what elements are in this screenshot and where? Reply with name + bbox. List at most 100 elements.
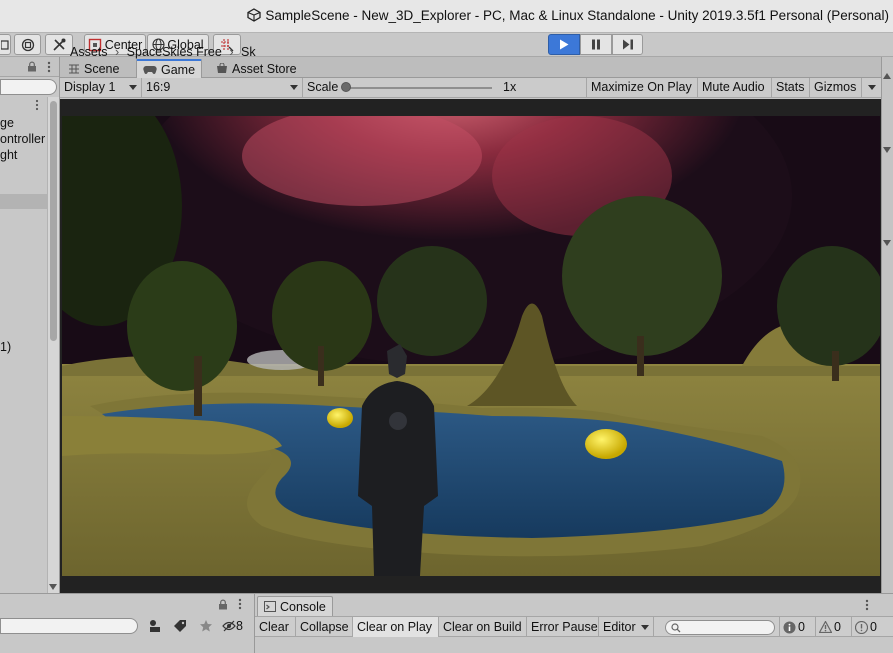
step-button[interactable] <box>612 34 643 55</box>
tab-scene[interactable]: Scene <box>62 59 125 78</box>
hierarchy-panel: ge ontroller ght 1) <box>0 57 60 593</box>
breadcrumb: Assets › SpaceSkies Free › Sk <box>60 44 256 60</box>
hierarchy-scrollbar[interactable] <box>47 97 59 593</box>
console-search-input[interactable] <box>665 620 775 635</box>
hierarchy-item[interactable] <box>0 307 48 323</box>
info-icon <box>783 621 796 633</box>
maximize-on-play-toggle[interactable]: Maximize On Play <box>587 78 698 97</box>
scale-label: Scale <box>307 80 339 94</box>
tab-asset-store-label: Asset Store <box>232 61 297 76</box>
tab-scene-label: Scene <box>84 61 120 76</box>
tab-asset-store[interactable]: Asset Store <box>210 59 303 78</box>
hierarchy-item[interactable] <box>0 163 48 179</box>
warning-icon <box>819 621 832 633</box>
transform-tool-button[interactable] <box>14 34 41 55</box>
window-title: SampleScene - New_3D_Explorer - PC, Mac … <box>247 8 889 23</box>
breadcrumb-item[interactable]: SpaceSkies Free <box>127 45 222 59</box>
hierarchy-search-input[interactable] <box>0 79 57 95</box>
log-count: 0 <box>798 620 805 634</box>
scroll-up-icon[interactable] <box>883 73 891 79</box>
panel-menu-icon[interactable] <box>238 598 242 610</box>
panel-menu-icon[interactable] <box>47 61 51 73</box>
display-label: Display 1 <box>64 80 116 94</box>
hierarchy-item[interactable] <box>0 227 48 243</box>
game-render-area[interactable] <box>60 99 881 593</box>
hierarchy-item[interactable] <box>0 179 48 195</box>
hierarchy-item[interactable] <box>0 211 48 227</box>
yellow-orb <box>327 408 353 428</box>
rect-tool-button[interactable] <box>0 34 11 55</box>
error-count-toggle[interactable]: 0 <box>851 617 880 637</box>
scale-slider-handle[interactable] <box>341 82 351 92</box>
hidden-packages-toggle[interactable]: 8 <box>222 618 243 634</box>
hierarchy-item[interactable] <box>0 259 48 275</box>
collapse-toggle[interactable]: Collapse <box>296 617 353 637</box>
gizmos-dropdown[interactable] <box>862 78 881 97</box>
breadcrumb-separator-icon: › <box>115 45 120 59</box>
lock-icon[interactable] <box>218 599 228 610</box>
scroll-down-icon[interactable] <box>49 584 57 590</box>
window-title-text: SampleScene - New_3D_Explorer - PC, Mac … <box>265 8 889 23</box>
title-bar: SampleScene - New_3D_Explorer - PC, Mac … <box>0 0 893 33</box>
hierarchy-item[interactable] <box>0 243 48 259</box>
clear-on-build-toggle[interactable]: Clear on Build <box>439 617 527 637</box>
hierarchy-item[interactable] <box>0 275 48 291</box>
console-toolbar: Clear Collapse Clear on Play Clear on Bu… <box>255 616 893 637</box>
hierarchy-item[interactable] <box>0 323 48 339</box>
hierarchy-item[interactable]: ge <box>0 115 48 131</box>
project-search-input[interactable] <box>0 618 138 634</box>
error-pause-toggle[interactable]: Error Pause <box>527 617 599 637</box>
play-button[interactable] <box>548 34 580 55</box>
transform-tool-icon <box>21 38 34 51</box>
collapse-arrow-icon[interactable] <box>883 147 891 153</box>
asset-store-icon <box>217 63 227 73</box>
tab-game-label: Game <box>161 62 196 77</box>
search-by-type-icon[interactable] <box>148 619 162 633</box>
tab-game[interactable]: Game <box>136 59 203 78</box>
console-panel: Console Clear Collapse Clear on Play Cle… <box>255 593 893 653</box>
mute-audio-toggle[interactable]: Mute Audio <box>698 78 772 97</box>
hierarchy-scroll-thumb[interactable] <box>50 101 57 341</box>
step-icon <box>622 39 633 50</box>
chevron-down-icon <box>641 625 649 630</box>
clear-button[interactable]: Clear <box>255 617 296 637</box>
chevron-down-icon <box>868 85 876 90</box>
aspect-dropdown[interactable]: 16:9 <box>142 78 303 97</box>
panel-menu-icon[interactable] <box>865 599 869 611</box>
gizmos-toggle[interactable]: Gizmos <box>810 78 862 97</box>
chevron-down-icon <box>129 85 137 90</box>
clear-on-play-label: Clear on Play <box>357 620 433 634</box>
scene-grid-icon <box>69 64 79 73</box>
hierarchy-header <box>0 57 59 77</box>
search-icon <box>671 623 681 633</box>
collapse-label: Collapse <box>300 620 349 634</box>
scale-slider[interactable] <box>346 87 492 89</box>
hierarchy-item[interactable] <box>0 291 48 307</box>
game-view-panel: Scene Game Asset Store Display 1 16:9 Sc… <box>60 57 881 593</box>
hierarchy-item[interactable]: ght <box>0 147 48 163</box>
console-icon <box>264 601 276 612</box>
clear-on-play-toggle[interactable]: Clear on Play <box>353 617 439 637</box>
rect-tool-icon <box>0 39 9 50</box>
lock-icon[interactable] <box>27 61 37 72</box>
log-count-toggle[interactable]: 0 <box>779 617 808 637</box>
display-dropdown[interactable]: Display 1 <box>60 78 142 97</box>
breadcrumb-item[interactable]: Assets <box>70 45 108 59</box>
favorite-star-icon[interactable] <box>199 619 213 633</box>
hierarchy-menu-icon[interactable] <box>35 99 39 111</box>
collapse-arrow-icon[interactable] <box>883 240 891 246</box>
hierarchy-item[interactable] <box>0 195 48 211</box>
warning-count-toggle[interactable]: 0 <box>815 617 844 637</box>
pause-button[interactable] <box>580 34 612 55</box>
editor-dropdown[interactable]: Editor <box>599 617 654 637</box>
view-tabs: Scene Game Asset Store <box>60 57 881 78</box>
inspector-collapsed-strip <box>881 57 893 593</box>
label-tag-icon[interactable] <box>173 619 187 633</box>
unity-logo-icon <box>247 8 262 22</box>
breadcrumb-item[interactable]: Sk <box>241 45 256 59</box>
hierarchy-item[interactable]: 1) <box>0 339 48 355</box>
project-panel: 8 <box>0 593 255 653</box>
tab-console[interactable]: Console <box>257 596 333 616</box>
hierarchy-item[interactable]: ontroller <box>0 131 48 147</box>
stats-toggle[interactable]: Stats <box>772 78 810 97</box>
